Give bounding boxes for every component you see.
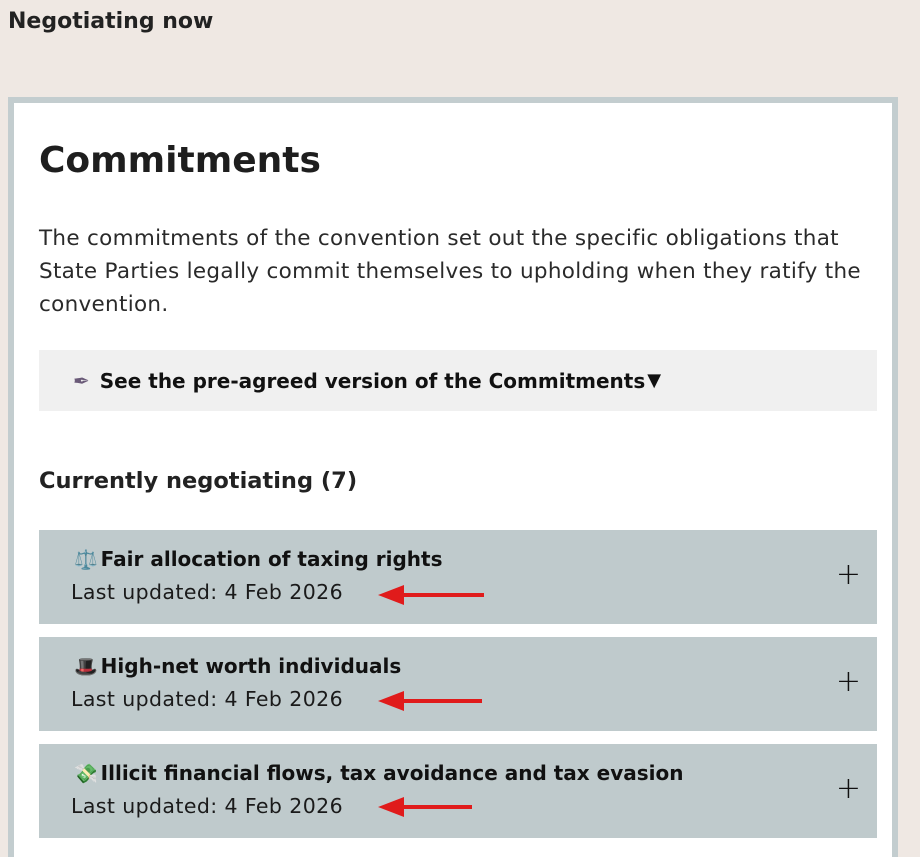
last-updated-text: Last updated: 4 Feb 2026 xyxy=(71,580,344,604)
card-title: Fair allocation of taxing rights xyxy=(100,547,443,571)
section-heading: Currently negotiating (7) xyxy=(39,468,358,494)
panel-title: Commitments xyxy=(39,140,321,181)
expand-plus-icon[interactable]: + xyxy=(836,667,861,697)
triangle-down-icon: ▼ xyxy=(647,370,662,391)
expand-plus-icon[interactable]: + xyxy=(836,560,861,590)
panel-description: The commitments of the convention set ou… xyxy=(39,226,861,317)
pre-agreed-version-toggle[interactable]: ✒ See the pre-agreed version of the Comm… xyxy=(39,350,877,411)
expand-plus-icon[interactable]: + xyxy=(836,774,861,804)
fountain-pen-icon: ✒ xyxy=(73,368,90,393)
card-title: Illicit financial flows, tax avoidance a… xyxy=(100,761,684,785)
balance-scale-icon: ⚖️ xyxy=(74,548,98,571)
page-heading: Negotiating now xyxy=(8,9,214,34)
commitment-card-high-net-worth[interactable]: 🎩 High-net worth individuals Last update… xyxy=(39,637,877,731)
top-hat-icon: 🎩 xyxy=(74,655,98,678)
commitments-panel: Commitments The commitments of the conve… xyxy=(8,97,898,857)
annotation-arrow-icon xyxy=(378,585,484,605)
card-title: High-net worth individuals xyxy=(100,654,402,678)
commitment-card-illicit-flows[interactable]: 💸 Illicit financial flows, tax avoidance… xyxy=(39,744,877,838)
last-updated-text: Last updated: 4 Feb 2026 xyxy=(71,794,344,818)
annotation-arrow-icon xyxy=(378,691,482,711)
money-with-wings-icon: 💸 xyxy=(74,762,98,785)
pre-agreed-version-label: See the pre-agreed version of the Commit… xyxy=(99,368,646,393)
commitment-card-taxing-rights[interactable]: ⚖️ Fair allocation of taxing rights Last… xyxy=(39,530,877,624)
annotation-arrow-icon xyxy=(378,797,472,817)
last-updated-text: Last updated: 4 Feb 2026 xyxy=(71,687,344,711)
